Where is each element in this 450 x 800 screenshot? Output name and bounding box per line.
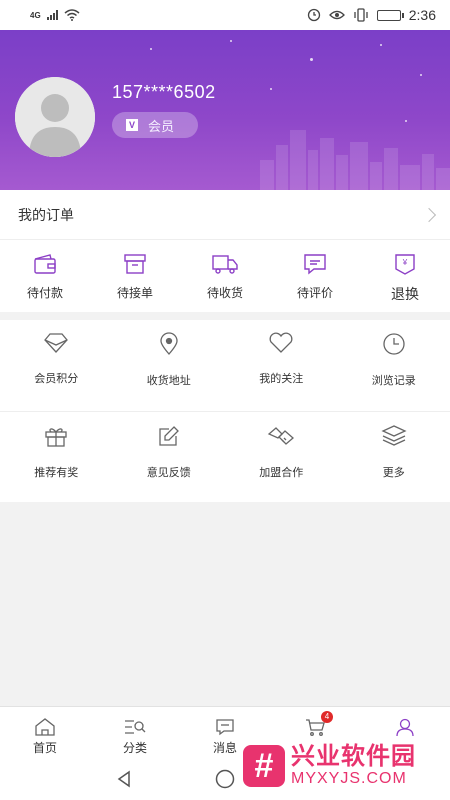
service-partnership[interactable]: 加盟合作 (225, 412, 338, 502)
wallet-icon (34, 254, 56, 274)
truck-icon (212, 255, 238, 274)
member-label: 会员 (148, 118, 175, 134)
edit-icon (159, 426, 179, 446)
vibrate-icon (354, 8, 368, 22)
comment-icon (304, 254, 326, 275)
tab-home[interactable]: 首页 (0, 707, 90, 760)
chevron-right-icon (421, 207, 437, 222)
heart-icon (269, 332, 293, 353)
my-orders-title: 我的订单 (18, 206, 74, 223)
services-row: 推荐有奖 意见反馈 加盟合作 更多 (0, 411, 450, 502)
order-status-row: 待付款 待接单 待收货 待评价 ¥ 退换 (0, 240, 450, 312)
services-grid: 会员积分 收货地址 我的关注 浏览记录 推荐有奖 意见反馈 加盟合作 更多 (0, 320, 450, 502)
service-label: 意见反馈 (146, 467, 191, 479)
order-item-label: 待评价 (296, 286, 333, 300)
wifi-icon (64, 9, 80, 21)
svg-text:¥: ¥ (402, 258, 408, 267)
order-item-label: 退换 (391, 286, 419, 302)
order-refund[interactable]: ¥ 退换 (360, 240, 450, 312)
watermark-en: MYXYJS.COM (291, 770, 407, 787)
avatar[interactable] (15, 77, 95, 157)
service-label: 加盟合作 (259, 467, 304, 479)
home-icon (35, 718, 55, 736)
back-nav-icon[interactable] (114, 769, 134, 789)
member-icon: V (126, 119, 138, 131)
diamond-icon (44, 333, 69, 353)
watermark-texts: 兴业软件园 MYXYJS.COM (291, 744, 416, 788)
watermark-logo: # (243, 745, 285, 787)
layers-icon (381, 425, 407, 446)
profile-header: 157****6502 V 会员 (0, 30, 450, 190)
user-silhouette-icon (15, 77, 95, 157)
network-type: 4G (30, 10, 41, 20)
service-label: 推荐有奖 (34, 467, 79, 479)
service-feedback[interactable]: 意见反馈 (113, 412, 226, 502)
services-row: 会员积分 收货地址 我的关注 浏览记录 (0, 320, 450, 411)
order-pending-payment[interactable]: 待付款 (0, 240, 90, 312)
home-nav-icon[interactable] (214, 768, 236, 790)
status-left: 4G (30, 9, 80, 21)
clock-time: 2:36 (408, 7, 436, 23)
category-search-icon (125, 720, 146, 734)
refund-icon: ¥ (395, 254, 415, 275)
location-pin-icon (160, 332, 178, 355)
signal-icon (46, 10, 58, 20)
profile-icon (396, 718, 414, 737)
order-item-label: 待收货 (206, 286, 243, 300)
tab-label: 分类 (122, 741, 147, 755)
tab-label: 消息 (212, 741, 237, 755)
service-referral[interactable]: 推荐有奖 (0, 412, 113, 502)
status-right: 2:36 (307, 7, 436, 23)
box-icon (124, 254, 146, 274)
order-pending-accept[interactable]: 待接单 (90, 240, 180, 312)
my-orders-row[interactable]: 我的订单 (0, 190, 450, 240)
watermark: # 兴业软件园 MYXYJS.COM (243, 738, 450, 794)
gift-icon (45, 428, 67, 447)
service-label: 更多 (382, 467, 405, 479)
tab-category[interactable]: 分类 (90, 707, 180, 760)
eye-icon (328, 10, 345, 20)
alarm-icon (307, 8, 320, 22)
service-address[interactable]: 收货地址 (113, 320, 226, 411)
order-pending-receipt[interactable]: 待收货 (180, 240, 270, 312)
skyline-decoration (260, 130, 450, 190)
user-phone: 157****6502 (112, 82, 216, 102)
handshake-icon (268, 427, 295, 445)
service-history[interactable]: 浏览记录 (338, 320, 450, 411)
service-label: 会员积分 (34, 373, 79, 385)
service-label: 浏览记录 (371, 375, 416, 387)
clock-icon (383, 333, 405, 355)
message-icon (216, 719, 234, 736)
battery-icon (376, 9, 404, 21)
order-item-label: 待接单 (116, 286, 153, 300)
cart-badge: 4 (321, 711, 333, 723)
service-label: 收货地址 (146, 375, 191, 387)
watermark-cn: 兴业软件园 (291, 743, 416, 770)
tab-label: 首页 (32, 741, 57, 755)
member-badge[interactable]: V 会员 (112, 112, 198, 138)
order-pending-review[interactable]: 待评价 (270, 240, 360, 312)
service-label: 我的关注 (259, 373, 304, 385)
status-bar: 4G 2:36 (0, 0, 450, 30)
service-member-points[interactable]: 会员积分 (0, 320, 113, 411)
order-item-label: 待付款 (26, 286, 63, 300)
service-follows[interactable]: 我的关注 (225, 320, 338, 411)
service-more[interactable]: 更多 (338, 412, 450, 502)
